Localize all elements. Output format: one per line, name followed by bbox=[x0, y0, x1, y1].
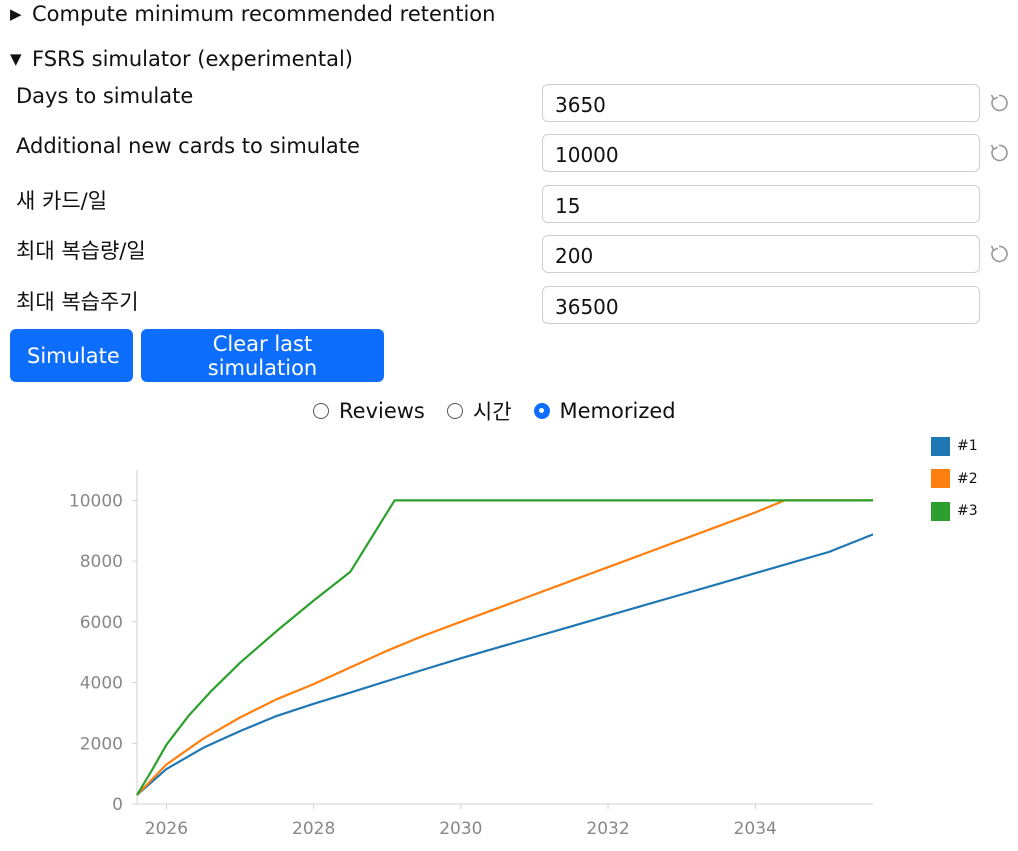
compute-retention-toggle[interactable]: ▶ Compute minimum recommended retention bbox=[10, 2, 495, 26]
days-to-simulate-row: Days to simulate bbox=[16, 84, 1016, 124]
new-cards-per-day-label: 새 카드/일 bbox=[16, 189, 108, 213]
radio-button[interactable] bbox=[313, 403, 329, 419]
y-tick-label: 10000 bbox=[69, 491, 123, 511]
legend-item[interactable]: #1 bbox=[931, 436, 978, 456]
series-line-2 bbox=[136, 499, 873, 796]
chart-mode-radio-group: Reviews 시간 Memorized bbox=[313, 396, 698, 426]
legend-item[interactable]: #2 bbox=[931, 469, 978, 489]
compute-retention-label: Compute minimum recommended retention bbox=[32, 2, 496, 26]
radio-memorized[interactable]: Memorized bbox=[533, 399, 676, 423]
new-cards-per-day-input[interactable] bbox=[542, 185, 980, 223]
fsrs-simulator-panel: ▶ Compute minimum recommended retention … bbox=[0, 0, 1018, 851]
reset-icon[interactable] bbox=[988, 243, 1010, 265]
series-line-3 bbox=[136, 499, 873, 796]
additional-new-cards-row: Additional new cards to simulate bbox=[16, 134, 1016, 174]
legend-label: #2 bbox=[957, 470, 978, 487]
max-reviews-per-day-input[interactable] bbox=[542, 235, 980, 273]
radio-memorized-label: Memorized bbox=[559, 399, 676, 423]
legend-label: #1 bbox=[957, 438, 978, 454]
max-reviews-per-day-row: 최대 복습량/일 bbox=[16, 235, 1016, 275]
y-tick-label: 6000 bbox=[80, 613, 123, 633]
y-tick-label: 8000 bbox=[80, 552, 123, 572]
max-reviews-per-day-label: 최대 복습량/일 bbox=[16, 239, 146, 263]
legend-swatch bbox=[931, 436, 950, 456]
x-tick-label: 2028 bbox=[292, 819, 335, 839]
chart-legend: #1 #2 #3 bbox=[931, 436, 978, 534]
legend-swatch bbox=[931, 501, 950, 521]
max-interval-input[interactable] bbox=[542, 286, 980, 324]
radio-reviews-label: Reviews bbox=[339, 399, 425, 423]
radio-button[interactable] bbox=[446, 403, 463, 419]
days-to-simulate-input[interactable] bbox=[542, 84, 980, 122]
reset-icon[interactable] bbox=[988, 92, 1010, 114]
legend-swatch bbox=[931, 469, 950, 488]
additional-new-cards-label: Additional new cards to simulate bbox=[16, 134, 360, 158]
y-tick-label: 4000 bbox=[80, 674, 123, 694]
max-interval-label: 최대 복습주기 bbox=[16, 290, 139, 314]
triangle-down-icon: ▼ bbox=[10, 50, 22, 68]
x-tick-label: 2026 bbox=[145, 819, 188, 839]
max-interval-row: 최대 복습주기 bbox=[16, 286, 1016, 326]
radio-time[interactable]: 시간 bbox=[446, 396, 512, 426]
simulate-button[interactable]: Simulate bbox=[10, 329, 133, 382]
additional-new-cards-input[interactable] bbox=[542, 134, 980, 172]
y-tick-label: 0 bbox=[112, 795, 123, 815]
x-tick-label: 2032 bbox=[586, 819, 629, 839]
radio-button-selected[interactable] bbox=[533, 403, 550, 419]
reset-icon[interactable] bbox=[988, 142, 1010, 164]
days-to-simulate-label: Days to simulate bbox=[16, 84, 194, 108]
new-cards-per-day-row: 새 카드/일 bbox=[16, 185, 1016, 225]
radio-reviews[interactable]: Reviews bbox=[313, 399, 425, 423]
series-line-1 bbox=[136, 533, 874, 796]
simulator-label: FSRS simulator (experimental) bbox=[32, 47, 353, 71]
y-tick-label: 2000 bbox=[80, 734, 123, 754]
x-tick-label: 2030 bbox=[439, 819, 482, 839]
legend-item[interactable]: #3 bbox=[931, 501, 978, 521]
triangle-right-icon: ▶ bbox=[10, 5, 22, 23]
radio-time-label: 시간 bbox=[472, 400, 512, 424]
legend-label: #3 bbox=[957, 503, 978, 519]
simulator-toggle[interactable]: ▼ FSRS simulator (experimental) bbox=[10, 47, 353, 71]
x-tick-label: 2034 bbox=[734, 819, 777, 839]
clear-last-simulation-button[interactable]: Clear last simulation bbox=[141, 329, 384, 382]
